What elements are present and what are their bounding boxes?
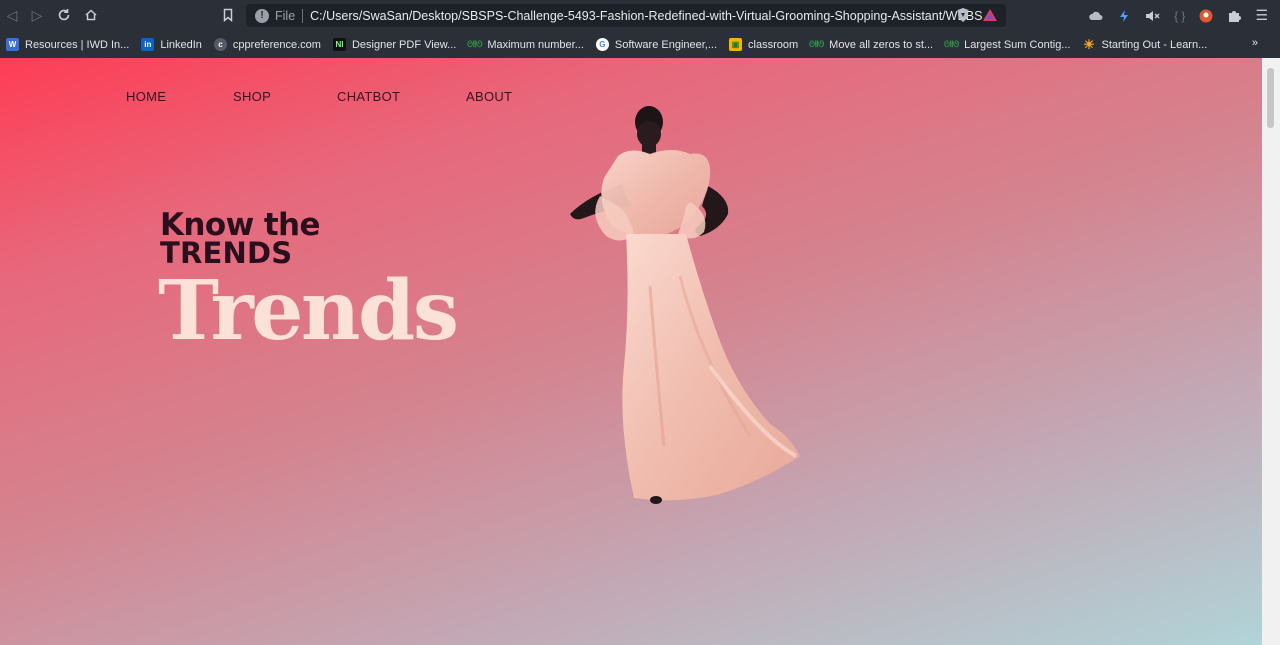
- lightning-extension-icon[interactable]: [1118, 9, 1130, 23]
- url-divider: [302, 8, 304, 23]
- bookmark-icon[interactable]: [218, 5, 238, 25]
- nav-home[interactable]: HOME: [126, 89, 166, 104]
- geeksforgeeks-icon: ᘛᘚ: [943, 39, 960, 49]
- bookmark-item[interactable]: ᘛᘚ Maximum number...: [467, 38, 584, 51]
- linkedin-icon: in: [141, 38, 155, 51]
- nav-about[interactable]: ABOUT: [466, 89, 512, 104]
- bookmark-label: Resources | IWD In...: [25, 38, 130, 51]
- cppreference-icon: c: [213, 38, 227, 51]
- brave-shield-icon[interactable]: [956, 7, 970, 23]
- google-icon: G: [595, 38, 609, 51]
- nav-chatbot[interactable]: CHATBOT: [337, 89, 400, 104]
- scrollbar-thumb[interactable]: [1267, 68, 1274, 128]
- mute-tab-icon[interactable]: [1144, 9, 1160, 23]
- bookmark-item[interactable]: in LinkedIn: [141, 38, 202, 51]
- bookmark-label: Designer PDF View...: [351, 38, 457, 51]
- duckduckgo-icon[interactable]: [1199, 9, 1213, 23]
- iwd-icon: W: [6, 38, 19, 51]
- bookmark-label: Maximum number...: [487, 38, 584, 51]
- bookmark-item[interactable]: G Software Engineer,...: [595, 38, 718, 51]
- braces-extension-icon[interactable]: { }: [1174, 9, 1185, 23]
- bookmark-item[interactable]: c cppreference.com: [213, 38, 321, 51]
- bookmark-item[interactable]: ▣ classroom: [729, 38, 798, 51]
- brave-rewards-icon[interactable]: [982, 8, 998, 22]
- nav-shop[interactable]: SHOP: [233, 89, 271, 104]
- model-in-gown-image: [570, 106, 800, 504]
- page-scrollbar[interactable]: [1262, 58, 1280, 645]
- hero-title: Trends: [158, 263, 459, 359]
- url-text[interactable]: C:/Users/SwaSan/Desktop/SBSPS-Challenge-…: [310, 9, 998, 23]
- geeksforgeeks-icon: ᘛᘚ: [809, 39, 825, 49]
- home-icon[interactable]: [81, 5, 101, 25]
- bookmark-label: cppreference.com: [232, 38, 321, 51]
- address-bar[interactable]: ! File C:/Users/SwaSan/Desktop/SBSPS-Cha…: [246, 4, 1006, 27]
- bookmark-label: classroom: [748, 38, 799, 51]
- bookmark-item[interactable]: NI Designer PDF View...: [332, 38, 457, 51]
- bookmark-item[interactable]: ᘛᘚ Largest Sum Contig...: [943, 38, 1071, 51]
- pdf-viewer-icon: NI: [332, 38, 346, 51]
- geeksforgeeks-icon: ᘛᘚ: [467, 39, 483, 49]
- bookmark-item[interactable]: ᘛᘚ Move all zeros to st...: [809, 38, 934, 51]
- back-icon[interactable]: ◁: [2, 5, 22, 25]
- bookmark-item[interactable]: ☀ Starting Out - Learn...: [1082, 36, 1208, 52]
- url-scheme: File: [275, 8, 296, 23]
- menu-icon[interactable]: ☰: [1255, 7, 1268, 24]
- hero-kicker: Know the TRENDS: [160, 207, 321, 268]
- bookmark-label: Software Engineer,...: [614, 38, 718, 51]
- info-icon[interactable]: !: [255, 8, 269, 23]
- vpn-cloud-icon[interactable]: [1088, 9, 1104, 23]
- bookmark-item[interactable]: W Resources | IWD In...: [6, 38, 129, 51]
- bookmark-label: Starting Out - Learn...: [1101, 38, 1208, 51]
- fashion-landing-page: HOME SHOP CHATBOT ABOUT Know the TRENDS …: [0, 58, 1262, 645]
- reload-icon[interactable]: [54, 5, 74, 25]
- bookmark-label: LinkedIn: [160, 38, 202, 51]
- more-bookmarks-icon[interactable]: »: [1252, 37, 1258, 49]
- bookmarks-bar: W Resources | IWD In... in LinkedIn c cp…: [0, 31, 1280, 58]
- hero-kicker-line1: Know the: [160, 207, 321, 243]
- extensions-puzzle-icon[interactable]: [1227, 9, 1242, 23]
- bookmark-label: Move all zeros to st...: [829, 38, 934, 51]
- classroom-icon: ▣: [729, 38, 743, 51]
- browser-toolbar: ◁ ▷ ! File C:/Users/SwaSan/Desktop/SBSPS…: [0, 0, 1280, 31]
- sun-icon: ☀: [1083, 36, 1095, 52]
- forward-icon[interactable]: ▷: [27, 5, 47, 25]
- bookmark-label: Largest Sum Contig...: [964, 38, 1071, 51]
